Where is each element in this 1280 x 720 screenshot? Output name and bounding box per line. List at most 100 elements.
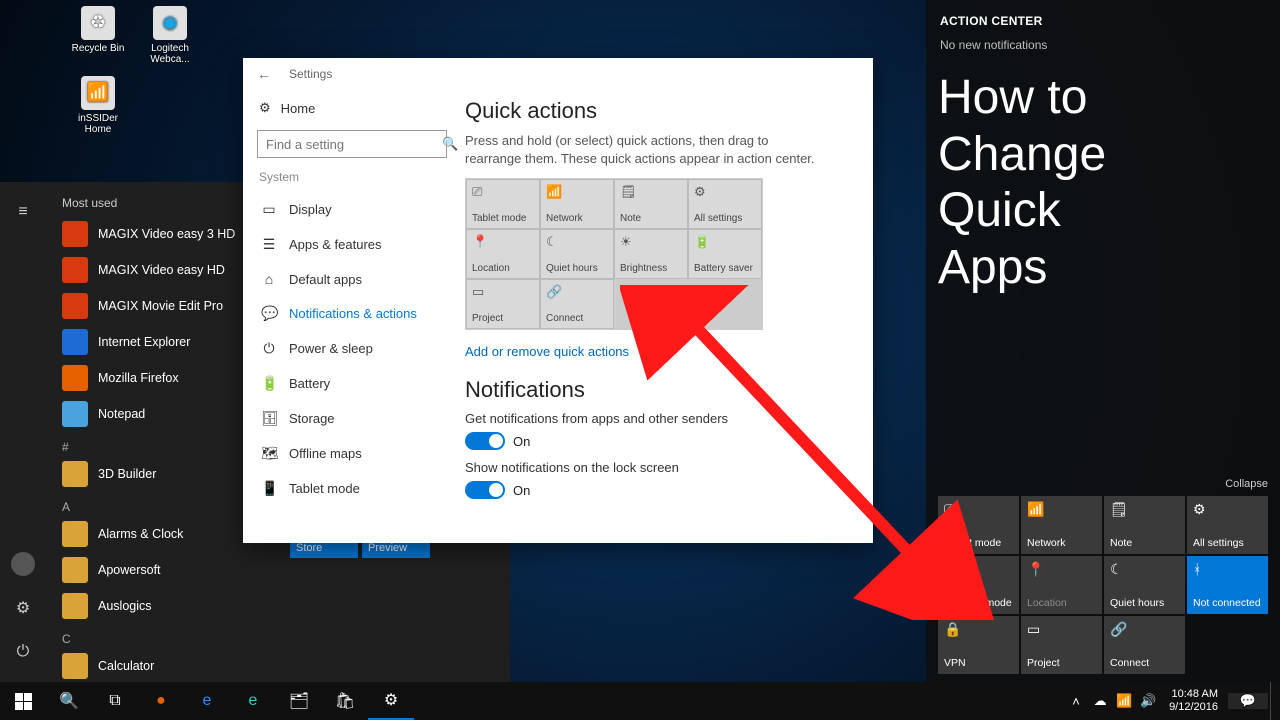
- toggle-notifications-apps[interactable]: [465, 432, 505, 450]
- quick-action-icon: 🔗: [546, 284, 608, 300]
- settings-nav-item[interactable]: 🗄Storage: [257, 401, 447, 436]
- tray-chevron-icon[interactable]: ˄: [1065, 694, 1087, 709]
- app-label: Calculator: [98, 659, 154, 673]
- search-input[interactable]: [266, 137, 442, 152]
- nav-label: Default apps: [289, 272, 362, 287]
- action-tile-icon: 📍: [1027, 561, 1096, 578]
- add-remove-link[interactable]: Add or remove quick actions: [465, 344, 629, 359]
- nav-home-label: Home: [281, 101, 316, 116]
- settings-content: Quick actions Press and hold (or select)…: [461, 90, 873, 543]
- settings-nav-item[interactable]: 🔋Battery: [257, 366, 447, 401]
- action-center-tile[interactable]: ⎚Tablet mode: [938, 496, 1019, 554]
- action-tile-label: Note: [1110, 537, 1179, 549]
- nav-home[interactable]: ⚙ Home: [257, 94, 447, 122]
- settings-nav-item[interactable]: ⌂Default apps: [257, 262, 447, 296]
- overlay-line: Change: [938, 127, 1268, 184]
- app-icon: [62, 653, 88, 679]
- nav-label: Display: [289, 202, 332, 217]
- desktop-icon-label: inSSIDer Home: [78, 113, 118, 135]
- taskbar-app-explorer[interactable]: 🗂: [276, 682, 322, 720]
- nav-icon: 📱: [261, 480, 277, 497]
- app-icon: [62, 221, 88, 247]
- nav-label: Storage: [289, 411, 335, 426]
- quick-action-icon: ⎚: [472, 184, 534, 200]
- settings-nav-item[interactable]: ▭Display: [257, 192, 447, 227]
- desktop-icon-logitech[interactable]: ◉ Logitech Webca...: [142, 6, 198, 65]
- settings-nav-item[interactable]: ☰Apps & features: [257, 227, 447, 262]
- settings-nav-item[interactable]: ⏻Power & sleep: [257, 331, 447, 366]
- user-avatar[interactable]: [0, 542, 46, 586]
- action-center-tile[interactable]: ☾Quiet hours: [1104, 556, 1185, 614]
- back-icon[interactable]: ←: [257, 66, 271, 82]
- tray-network-icon[interactable]: 📶: [1113, 693, 1135, 709]
- taskbar-clock[interactable]: 10:48 AM 9/12/2016: [1161, 688, 1226, 713]
- action-tile-icon: 🔒: [944, 621, 1013, 638]
- settings-nav-item[interactable]: 📱Tablet mode: [257, 471, 447, 506]
- taskbar-app-settings[interactable]: ⚙: [368, 682, 414, 720]
- quick-action-tile[interactable]: ⚙All settings: [688, 179, 762, 229]
- overlay-line: How to: [938, 70, 1268, 127]
- action-center-tile[interactable]: 📍Location: [1021, 556, 1102, 614]
- action-tile-label: Network: [1027, 537, 1096, 549]
- taskbar-search[interactable]: 🔍: [46, 682, 92, 720]
- start-app-item[interactable]: Apowersoft: [46, 552, 282, 588]
- system-tray: ˄ ☁ 📶 🔊 10:48 AM 9/12/2016 💬: [1065, 682, 1280, 720]
- action-center-tile[interactable]: ✈Airplane mode: [938, 556, 1019, 614]
- action-center-tile[interactable]: ᚼNot connected: [1187, 556, 1268, 614]
- action-center-tile[interactable]: ▭Project: [1021, 616, 1102, 674]
- start-app-item[interactable]: Auslogics: [46, 588, 282, 624]
- quick-actions-grid: ⎚ Tablet mode 📶Network🗒Note⚙All settings 📍L…: [465, 178, 763, 330]
- tray-onedrive-icon[interactable]: ☁: [1089, 693, 1111, 709]
- action-tile-icon: 🗒: [1110, 501, 1179, 518]
- quick-action-tile[interactable]: ▭Project: [466, 279, 540, 329]
- hamburger-button[interactable]: ≡: [0, 190, 46, 234]
- quick-action-label: Location: [472, 263, 534, 274]
- notifications-button[interactable]: 💬: [1228, 693, 1268, 709]
- desktop-icon-recycle[interactable]: ♻ Recycle Bin: [70, 6, 126, 65]
- app-icon: [62, 521, 88, 547]
- desktop-icon-inssider[interactable]: 📶 inSSIDer Home: [70, 76, 126, 135]
- quick-action-tile[interactable]: ⎚ Tablet mode: [466, 179, 540, 229]
- action-center-tile[interactable]: ⚙All settings: [1187, 496, 1268, 554]
- taskbar-app-edge[interactable]: e: [230, 682, 276, 720]
- quick-action-tile[interactable]: 📶Network: [540, 179, 614, 229]
- settings-window: ← Settings ⚙ Home 🔍 System ▭Display☰Apps…: [243, 58, 873, 543]
- quick-action-tile[interactable]: ☀Brightness: [614, 229, 688, 279]
- show-desktop-button[interactable]: [1270, 682, 1276, 720]
- toggle-label: Get notifications from apps and other se…: [465, 411, 851, 426]
- taskbar-app-store[interactable]: 🛍: [322, 682, 368, 720]
- action-center-tile[interactable]: 🔗Connect: [1104, 616, 1185, 674]
- action-center-tile[interactable]: 🗒 Note: [1104, 496, 1185, 554]
- tray-volume-icon[interactable]: 🔊: [1137, 693, 1159, 709]
- quick-action-label: Tablet mode: [472, 213, 534, 224]
- quick-action-tile[interactable]: 🔋Battery saver: [688, 229, 762, 279]
- settings-nav-item[interactable]: 🗺Offline maps: [257, 436, 447, 471]
- quick-action-label: Network: [546, 213, 608, 224]
- action-center-tile[interactable]: 📶Network: [1021, 496, 1102, 554]
- quick-action-tile[interactable]: 🔗Connect: [540, 279, 614, 329]
- quick-action-tile[interactable]: ☾Quiet hours: [540, 229, 614, 279]
- power-button[interactable]: ⏻: [0, 630, 46, 674]
- notifications-heading: Notifications: [465, 377, 851, 403]
- wifi-icon: 📶: [81, 76, 115, 110]
- settings-button[interactable]: ⚙: [0, 586, 46, 630]
- start-app-item[interactable]: Calculator: [46, 648, 282, 682]
- nav-label: Apps & features: [289, 237, 382, 252]
- tutorial-overlay-text: How toChangeQuickApps: [938, 68, 1268, 478]
- collapse-link[interactable]: Collapse: [938, 478, 1268, 490]
- task-view-button[interactable]: ⧉: [92, 682, 138, 720]
- settings-search[interactable]: 🔍: [257, 130, 447, 158]
- settings-title: Settings: [289, 67, 332, 81]
- start-button[interactable]: [0, 682, 46, 720]
- action-center-tile[interactable]: 🔒VPN: [938, 616, 1019, 674]
- action-center-title: ACTION CENTER: [940, 14, 1266, 28]
- alpha-header[interactable]: C: [46, 624, 282, 648]
- nav-icon: 💬: [261, 305, 277, 322]
- quick-action-tile[interactable]: 📍Location: [466, 229, 540, 279]
- settings-nav-item[interactable]: 💬Notifications & actions: [257, 296, 447, 331]
- taskbar-app-firefox[interactable]: ●: [138, 682, 184, 720]
- toggle-notifications-lockscreen[interactable]: [465, 481, 505, 499]
- quick-actions-heading: Quick actions: [465, 98, 851, 124]
- quick-action-tile[interactable]: 🗒Note: [614, 179, 688, 229]
- taskbar-app-ie[interactable]: e: [184, 682, 230, 720]
